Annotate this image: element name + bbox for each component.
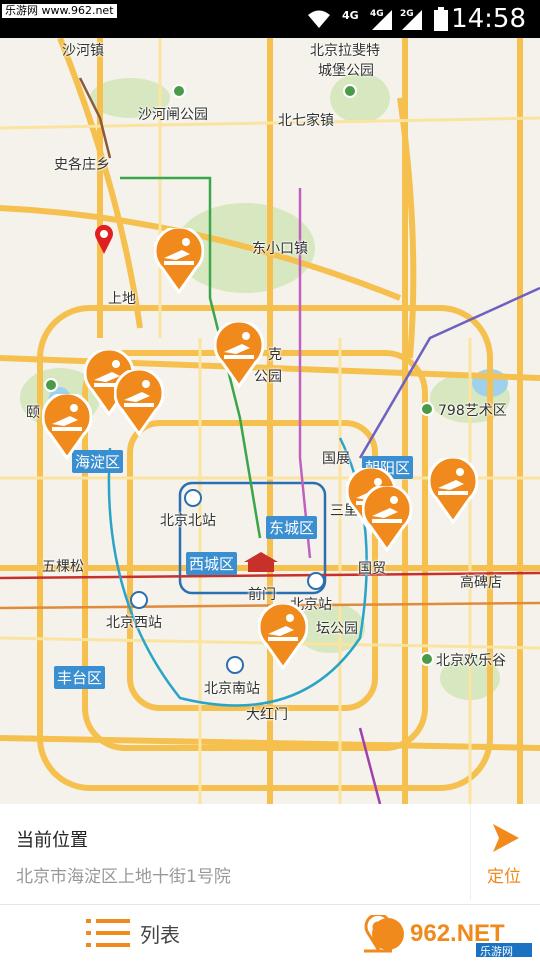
map-label: 北京北站 <box>160 513 216 529</box>
locate-label: 定位 <box>487 867 521 887</box>
park-icon <box>343 84 357 98</box>
park-icon <box>420 652 434 666</box>
map-label: 北京拉斐特 <box>310 43 380 59</box>
map-label: 北京南站 <box>204 681 260 697</box>
arrow-locate-icon <box>493 824 519 852</box>
tab-list[interactable]: 列表 <box>86 913 180 953</box>
map-label: 城堡公园 <box>318 63 374 79</box>
map-label: 沙河闸公园 <box>138 107 208 123</box>
signal-icon <box>372 10 392 30</box>
brand-sub: 乐游网 <box>480 945 513 957</box>
map-label: 北京欢乐谷 <box>436 653 506 669</box>
massage-marker[interactable] <box>214 322 264 388</box>
watermark: 乐游网 www.962.net <box>2 4 117 18</box>
signal-label-1: 4G <box>342 9 359 22</box>
tab-list-label: 列表 <box>140 922 180 947</box>
map-label: 大红门 <box>246 707 288 723</box>
tab-bar: 列表 962.NET 乐游网 <box>0 904 540 961</box>
bottom-panel: 当前位置 北京市海淀区上地十街1号院 定位 列表 962.NET 乐游网 <box>0 804 540 960</box>
map-view[interactable]: 沙河镇 北京拉斐特 城堡公园 沙河闸公园 北七家镇 史各庄乡 东小口镇 上地 克… <box>0 38 540 804</box>
location-pin-icon <box>95 224 113 254</box>
map-label: 北京西站 <box>106 615 162 631</box>
massage-marker[interactable] <box>42 394 92 460</box>
massage-marker[interactable] <box>428 458 478 524</box>
map-label: 颐 <box>26 405 40 421</box>
map-label: 上地 <box>108 291 136 307</box>
massage-marker[interactable] <box>154 228 204 294</box>
station-icon <box>226 656 244 674</box>
massage-marker[interactable] <box>114 370 164 436</box>
map-label: 国贸 <box>358 561 386 577</box>
battery-icon <box>434 7 448 31</box>
map-label: 798艺术区 <box>438 403 507 419</box>
map-label: 沙河镇 <box>62 43 104 59</box>
current-address: 北京市海淀区上地十街1号院 <box>16 867 231 887</box>
wifi-icon <box>308 10 330 28</box>
map-label: 前门 <box>248 587 276 603</box>
map-label: 坛公园 <box>316 621 358 637</box>
station-icon <box>130 591 148 609</box>
list-icon <box>86 919 130 947</box>
clock: 14:58 <box>451 4 526 34</box>
map-label: 北七家镇 <box>278 113 334 129</box>
park-icon <box>420 402 434 416</box>
map-label: 国展 <box>322 451 350 467</box>
station-icon <box>307 572 325 590</box>
locate-button[interactable]: 定位 <box>470 804 540 900</box>
district-label: 西城区 <box>186 552 238 575</box>
map-label: 东小口镇 <box>252 241 308 257</box>
map-label: 五棵松 <box>42 559 84 575</box>
signal-icon-2 <box>402 10 422 30</box>
district-label: 丰台区 <box>54 666 106 689</box>
brand-watermark: 962.NET 乐游网 <box>368 911 534 958</box>
status-bar: 乐游网 www.962.net 4G 4G 2G 14:58 <box>0 0 540 38</box>
map-label: 克 <box>268 347 282 363</box>
map-label: 史各庄乡 <box>54 157 110 173</box>
park-icon <box>44 378 58 392</box>
massage-marker[interactable] <box>258 604 308 670</box>
district-label: 东城区 <box>266 516 318 539</box>
current-location-title: 当前位置 <box>16 830 88 851</box>
station-icon <box>184 489 202 507</box>
map-label: 高碑店 <box>460 575 502 591</box>
massage-marker[interactable] <box>362 486 412 552</box>
brand-text: 962.NET <box>410 920 505 947</box>
park-icon <box>172 84 186 98</box>
